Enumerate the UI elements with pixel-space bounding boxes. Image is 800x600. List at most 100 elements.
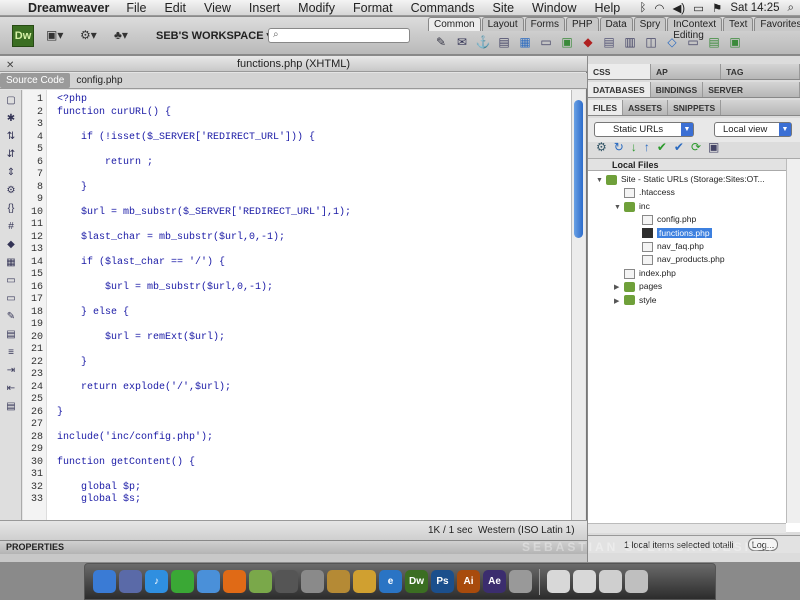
downloads-stack-icon[interactable] [599,570,622,593]
help-search-input[interactable]: ⌕ [268,28,410,43]
tree-folder[interactable]: ▶ style [614,294,656,307]
collapse-full-tag-icon[interactable]: ⇅ [4,130,18,144]
system-preferences-icon[interactable] [301,570,324,593]
tree-folder[interactable]: ▼ Site - Static URLs (Storage:Sites:OT... [596,173,765,186]
bluetooth-icon[interactable]: ᛒ [639,2,646,14]
script-icon[interactable]: ▭ [686,35,700,49]
wifi-icon[interactable]: ◠ [654,1,664,15]
code-line[interactable]: return explode('/',$url); [57,382,231,393]
open-documents-icon[interactable]: ▢ [4,94,18,108]
tab-source-code[interactable]: Source Code [0,73,71,88]
spotlight-icon[interactable]: ⌕ [788,2,794,15]
tab-server-behaviors[interactable]: SERVER BEHAVIORS [703,82,800,111]
disclosure-open-icon[interactable]: ▼ [596,174,606,187]
check-in-icon[interactable]: ✔ [674,140,684,154]
code-line[interactable]: global $s; [57,494,141,505]
div-icon[interactable]: ▭ [539,35,553,49]
code-line[interactable]: if (!isset($_SERVER['REDIRECT_URL'])) { [57,132,315,143]
date-icon[interactable]: ▤ [602,35,616,49]
code-line[interactable]: $last_char = mb_substr($url,0,-1); [57,232,285,243]
menu-file[interactable]: File [117,1,155,15]
tree-file[interactable]: index.php [614,267,676,280]
code-line[interactable]: <?php [57,94,87,105]
tab-databases[interactable]: DATABASES [588,82,651,97]
tab-layout[interactable]: Layout [481,17,524,31]
indent-code-icon[interactable]: ⇥ [4,364,18,378]
menu-commands[interactable]: Commands [402,1,484,15]
recent-snippets-icon[interactable]: ▤ [4,328,18,342]
server-side-include-icon[interactable]: ▥ [623,35,637,49]
code-line[interactable]: $url = mb_substr($_SERVER['REDIRECT_URL'… [57,207,351,218]
firefox-icon[interactable] [223,570,246,593]
code-line[interactable]: function curURL() { [57,107,171,118]
tree-file[interactable]: nav_faq.php [632,240,704,253]
finder-icon[interactable] [93,570,116,593]
trash-icon[interactable] [625,570,648,593]
refresh-icon[interactable]: ↻ [614,140,624,154]
transmit-icon[interactable] [327,570,350,593]
format-source-code-icon[interactable]: ▤ [4,400,18,414]
head-icon[interactable]: ◇ [665,35,679,49]
code-editor[interactable]: 1 2 3 4 5 6 7 8 9 10 11 12 13 14 15 16 17 18 19 20 21 22 23 24 2… [23,90,571,522]
tab-text[interactable]: Text [723,17,754,31]
tab-forms[interactable]: Forms [524,17,565,31]
move-css-icon[interactable]: ≡ [4,346,18,360]
battery-icon[interactable]: ▭ [693,1,704,15]
hyperlink-icon[interactable]: ✎ [434,35,448,49]
layout-menu-icon[interactable]: ▣▾ [46,28,63,44]
tree-vertical-scrollbar[interactable] [786,159,800,523]
show-code-navigator-icon[interactable]: ✱ [4,112,18,126]
spotify-icon[interactable] [171,570,194,593]
close-icon[interactable]: ✕ [6,58,14,74]
tag-chooser-icon[interactable]: ▣ [728,35,742,49]
extend-icon[interactable]: ⚙▾ [80,28,97,44]
menu-format[interactable]: Format [344,1,402,15]
balance-braces-icon[interactable]: {} [4,202,18,216]
wrap-tag-icon[interactable]: ✎ [4,310,18,324]
tree-file[interactable]: functions.php [632,227,712,240]
disclosure-closed-icon[interactable]: ▶ [614,281,624,294]
tab-incontext-editing[interactable]: InContext Editing [667,17,723,41]
menu-site[interactable]: Site [484,1,524,15]
app-menu[interactable]: Dreamweaver [24,1,117,15]
tab-assets[interactable]: ASSETS [623,100,669,115]
check-out-icon[interactable]: ✔ [657,140,667,154]
code-line[interactable]: if ($last_char == '/') { [57,257,225,268]
menu-help[interactable]: Help [586,1,630,15]
syntax-error-icon[interactable]: ▦ [4,256,18,270]
tree-file[interactable]: .htaccess [614,186,675,199]
connect-icon[interactable]: ⚙ [596,140,607,154]
coda-icon[interactable] [249,570,272,593]
code-line[interactable]: } else { [57,307,129,318]
code-line[interactable]: function getContent() { [57,457,195,468]
time-machine-icon[interactable] [275,570,298,593]
code-line[interactable]: $url = mb_substr($url,0,-1); [57,282,273,293]
tree-file[interactable]: nav_products.php [632,253,725,266]
safari-icon[interactable] [197,570,220,593]
view-select[interactable]: Local view ▼ [714,122,792,137]
xcode-tools-icon[interactable] [509,570,532,593]
tree-folder[interactable]: ▼ inc [614,200,650,213]
tab-config-php[interactable]: config.php [70,73,128,88]
comment-icon[interactable]: ◫ [644,35,658,49]
tab-css-styles[interactable]: CSS STYLES [588,64,651,93]
tab-tag-inspector[interactable]: TAG INSPECTOR [721,64,800,93]
media-icon[interactable]: ◆ [581,35,595,49]
code-line[interactable]: return ; [57,157,153,168]
put-files-icon[interactable]: ↑ [644,140,650,154]
expand-panel-icon[interactable]: ▣ [708,140,719,154]
line-numbers-icon[interactable]: # [4,220,18,234]
ie-icon[interactable]: e [379,570,402,593]
tab-spry[interactable]: Spry [633,17,667,31]
expand-all-icon[interactable]: ⇕ [4,166,18,180]
email-link-icon[interactable]: ✉ [455,35,469,49]
dreamweaver-icon[interactable]: Dw [405,570,428,593]
get-files-icon[interactable]: ↓ [631,140,637,154]
photoshop-icon[interactable]: Ps [431,570,454,593]
volume-icon[interactable]: ◀) [672,1,685,15]
tree-file[interactable]: config.php [632,213,696,226]
disclosure-open-icon[interactable]: ▼ [614,201,624,214]
preview-stack-icon[interactable] [573,570,596,593]
site-icon[interactable]: ♣▾ [114,28,128,44]
xcode-icon[interactable] [119,570,142,593]
